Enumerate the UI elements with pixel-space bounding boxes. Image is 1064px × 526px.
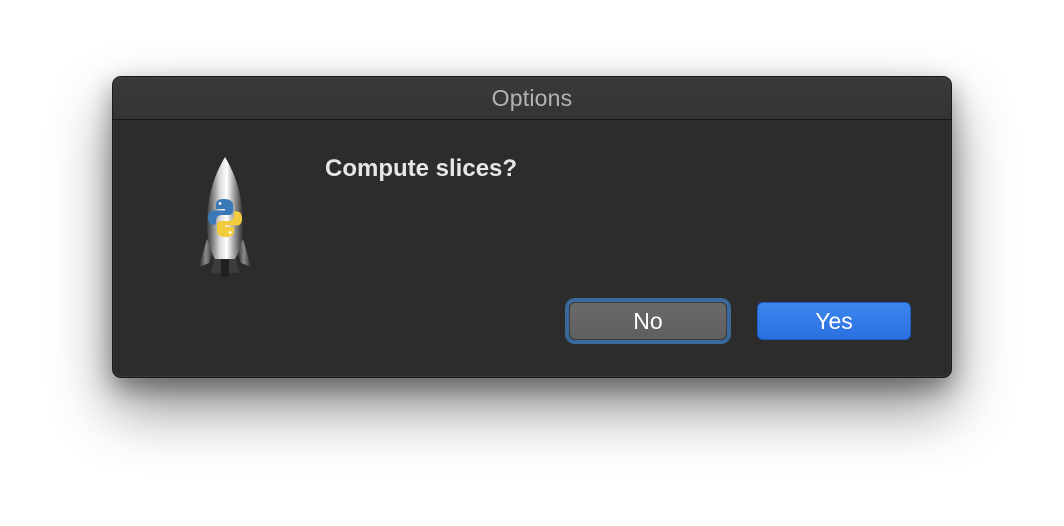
options-dialog: Options Compute slices? No Yes [112, 76, 952, 378]
no-button[interactable]: No [569, 302, 727, 340]
dialog-message: Compute slices? [325, 155, 518, 182]
title-bar[interactable]: Options [113, 77, 951, 120]
python-rocket-icon [197, 155, 253, 279]
desktop-background: Options Compute slices? No Yes [0, 0, 1064, 526]
yes-button[interactable]: Yes [757, 302, 911, 340]
window-title: Options [491, 84, 573, 111]
